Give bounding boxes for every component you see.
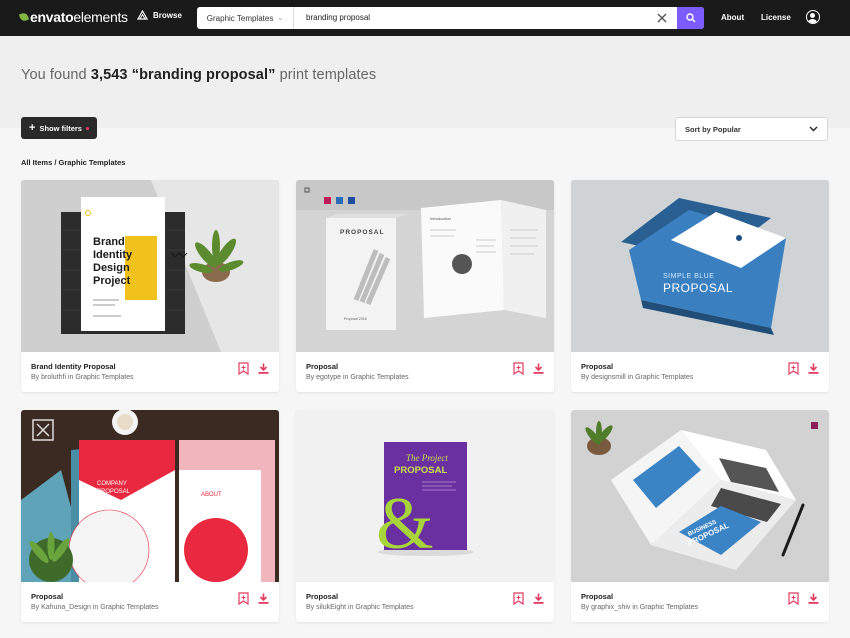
thumb-title-line: The Project: [406, 453, 448, 463]
card-author[interactable]: By graphix_shiv in Graphic Templates: [581, 604, 698, 611]
card-thumbnail[interactable]: BUSINESS PROPOSAL: [571, 410, 829, 582]
nav-license-link[interactable]: License: [761, 13, 791, 22]
bookmark-add-icon[interactable]: [513, 362, 524, 375]
card-info: Proposal By designsmill in Graphic Templ…: [571, 352, 829, 392]
chevron-down-icon: ⌄: [277, 15, 284, 22]
plus-icon: +: [29, 121, 36, 134]
card-info: Proposal By graphix_shiv in Graphic Temp…: [571, 582, 829, 622]
template-card[interactable]: COMPANY PROPOSAL ABOUT Proposal By Kahun…: [21, 410, 279, 622]
search-icon: [685, 13, 696, 23]
card-title[interactable]: Proposal: [581, 592, 613, 601]
card-info: Proposal By Kahuna_Design in Graphic Tem…: [21, 582, 279, 622]
template-card[interactable]: PROPOSAL Proposal 2018 Introduction Prop…: [296, 180, 554, 392]
template-card[interactable]: BUSINESS PROPOSAL Proposal By graphix_sh…: [571, 410, 829, 622]
card-author[interactable]: By silukEight in Graphic Templates: [306, 604, 414, 611]
breadcrumb[interactable]: All Items / Graphic Templates: [21, 158, 125, 167]
card-info: Brand Identity Proposal By broluthfi in …: [21, 352, 279, 392]
template-card[interactable]: SIMPLE BLUE PROPOSAL Proposal By designs…: [571, 180, 829, 392]
chevron-down-icon: [809, 126, 818, 132]
thumb-title-line: Identity: [93, 249, 133, 261]
results-count: 3,543: [90, 67, 128, 83]
card-author[interactable]: By Kahuna_Design in Graphic Templates: [31, 604, 159, 611]
clear-icon[interactable]: [655, 11, 669, 25]
card-thumbnail[interactable]: SIMPLE BLUE PROPOSAL: [571, 180, 829, 352]
browse-button[interactable]: Browse: [137, 10, 182, 20]
user-account-icon[interactable]: [806, 10, 820, 24]
thumb-title-line: Brand: [93, 236, 125, 248]
browse-icon: [137, 10, 148, 20]
top-bar: envato elements Browse Graphic Templates …: [0, 0, 850, 36]
download-icon[interactable]: [808, 593, 819, 604]
thumb-title-line: COMPANY: [97, 481, 127, 487]
nav-about-link[interactable]: About: [721, 13, 744, 22]
bookmark-add-icon[interactable]: [513, 592, 524, 605]
card-info: Proposal By egotype in Graphic Templates: [296, 352, 554, 392]
card-title[interactable]: Proposal: [306, 362, 338, 371]
download-icon[interactable]: [258, 593, 269, 604]
show-filters-button[interactable]: + Show filters: [21, 117, 97, 139]
thumb-title-line: PROPOSAL: [394, 465, 448, 476]
logo-primary-text: envato: [30, 9, 74, 25]
thumb-cover-text: PROPOSAL: [340, 229, 384, 236]
download-icon[interactable]: [808, 363, 819, 374]
download-icon[interactable]: [258, 363, 269, 374]
results-query: “branding proposal”: [131, 67, 276, 83]
browse-label: Browse: [153, 10, 182, 20]
thumb-title-line: PROPOSAL: [663, 281, 733, 295]
sort-select[interactable]: Sort by Popular: [675, 117, 828, 141]
search-button[interactable]: [677, 7, 704, 29]
bookmark-add-icon[interactable]: [238, 362, 249, 375]
thumb-right-text: ABOUT: [201, 492, 222, 498]
card-thumbnail[interactable]: Brand Identity Design Project: [21, 180, 279, 352]
show-filters-label: Show filters: [39, 123, 82, 133]
card-thumbnail[interactable]: The Project PROPOSAL &: [296, 410, 554, 582]
thumb-title-line: PROPOSAL: [97, 489, 131, 495]
card-title[interactable]: Proposal: [306, 592, 338, 601]
bookmark-add-icon[interactable]: [238, 592, 249, 605]
thumb-cover-year: Proposal 2018: [344, 317, 367, 321]
card-title[interactable]: Proposal: [31, 592, 63, 601]
thumb-title-line: Design: [93, 262, 130, 274]
card-info: Proposal By silukEight in Graphic Templa…: [296, 582, 554, 622]
logo-secondary-text: elements: [73, 9, 128, 25]
thumb-title-line: Project: [93, 275, 131, 287]
thumb-title-line: SIMPLE BLUE: [663, 273, 714, 280]
card-title[interactable]: Brand Identity Proposal: [31, 362, 116, 371]
card-author[interactable]: By broluthfi in Graphic Templates: [31, 374, 134, 381]
template-card[interactable]: The Project PROPOSAL & Proposal By siluk…: [296, 410, 554, 622]
card-author[interactable]: By egotype in Graphic Templates: [306, 374, 409, 381]
card-title[interactable]: Proposal: [581, 362, 613, 371]
download-icon[interactable]: [533, 593, 544, 604]
results-heading: You found 3,543 “branding proposal” prin…: [21, 67, 377, 83]
sort-label: Sort by Popular: [685, 124, 741, 134]
download-icon[interactable]: [533, 363, 544, 374]
category-select[interactable]: Graphic Templates ⌄: [197, 7, 294, 29]
thumb-ampersand: &: [376, 483, 434, 565]
bookmark-add-icon[interactable]: [788, 362, 799, 375]
search-input[interactable]: branding proposal: [306, 13, 370, 22]
card-thumbnail[interactable]: PROPOSAL Proposal 2018 Introduction: [296, 180, 554, 352]
thumb-inside-text: Introduction: [430, 216, 451, 221]
card-author[interactable]: By designsmill in Graphic Templates: [581, 374, 693, 381]
category-label: Graphic Templates: [206, 13, 274, 23]
search-bar: Graphic Templates ⌄ branding proposal: [197, 7, 704, 29]
envato-logo[interactable]: envato elements: [18, 9, 128, 25]
filter-indicator-dot: [85, 126, 89, 130]
leaf-icon: [18, 11, 30, 23]
template-card[interactable]: Brand Identity Design Project Brand Iden…: [21, 180, 279, 392]
bookmark-add-icon[interactable]: [788, 592, 799, 605]
card-thumbnail[interactable]: COMPANY PROPOSAL ABOUT: [21, 410, 279, 582]
